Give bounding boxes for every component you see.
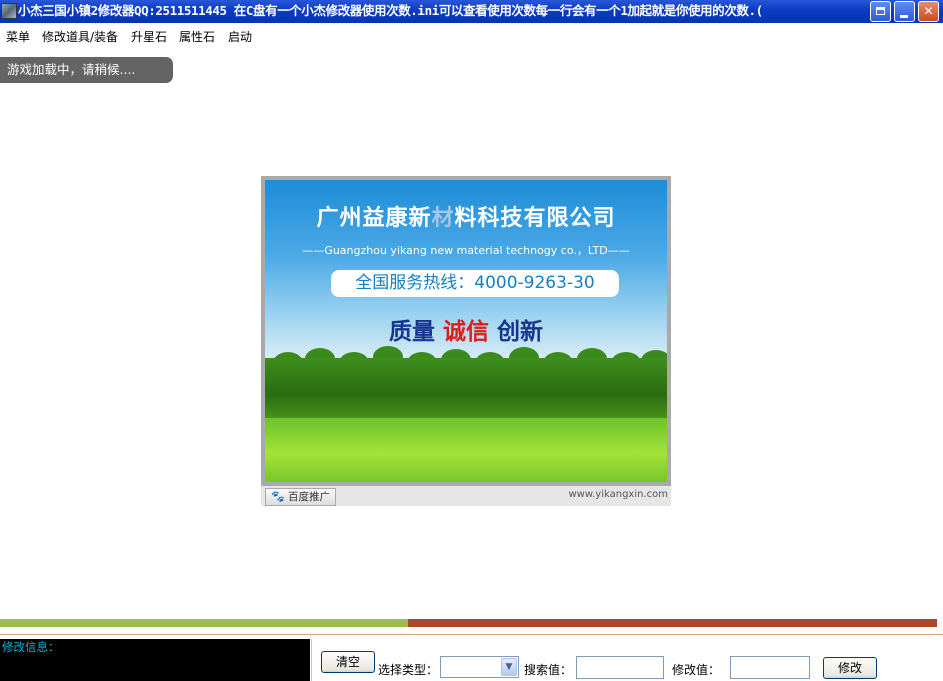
panel-divider bbox=[311, 639, 312, 681]
modify-button[interactable]: 修改 bbox=[823, 657, 877, 679]
loading-status: 游戏加载中，请稍候.... bbox=[0, 57, 173, 83]
chevron-down-icon[interactable]: ▼ bbox=[501, 658, 517, 676]
search-value-input[interactable] bbox=[576, 656, 664, 679]
ad-company-english: ——Guangzhou yikang new material technogy… bbox=[302, 244, 630, 257]
divider bbox=[0, 634, 943, 635]
modify-value-input[interactable] bbox=[730, 656, 810, 679]
ad-grass bbox=[265, 418, 667, 482]
close-button[interactable]: ✕ bbox=[918, 1, 939, 22]
restore-button[interactable] bbox=[870, 1, 891, 22]
menu-item-attribute-stone[interactable]: 属性石 bbox=[179, 28, 215, 45]
info-label: 修改信息： bbox=[2, 640, 60, 654]
menu-item-menu[interactable]: 菜单 bbox=[6, 28, 30, 45]
search-label: 搜索值： bbox=[524, 663, 573, 677]
ad-treeline bbox=[265, 358, 667, 424]
close-icon: ✕ bbox=[923, 4, 934, 18]
menu-bar: 菜单 修改道具/装备 升星石 属性石 启动 bbox=[0, 24, 943, 46]
minimize-button[interactable] bbox=[894, 1, 915, 22]
ad-hotline: 全国服务热线：4000-9263-30 bbox=[331, 270, 619, 297]
type-label: 选择类型： bbox=[378, 663, 439, 677]
title-bar: 小杰三国小镇2修改器QQ:2511511445 在C盘有一个小杰修改器使用次数.… bbox=[0, 0, 943, 23]
window-title: 小杰三国小镇2修改器QQ:2511511445 在C盘有一个小杰修改器使用次数.… bbox=[18, 3, 763, 18]
ad-banner[interactable]: 广州益康新材料科技有限公司 ——Guangzhou yikang new mat… bbox=[261, 176, 671, 506]
clear-button[interactable]: 清空 bbox=[321, 651, 375, 673]
menu-item-start[interactable]: 启动 bbox=[228, 28, 252, 45]
ad-footer: 🐾 百度推广 www.yikangxin.com bbox=[261, 486, 671, 506]
ad-url: www.yikangxin.com bbox=[568, 489, 669, 500]
ad-company-name: 广州益康新材料科技有限公司 bbox=[316, 206, 616, 231]
menu-item-star-stone[interactable]: 升星石 bbox=[131, 28, 167, 45]
minimize-icon bbox=[900, 15, 908, 18]
restore-icon bbox=[876, 7, 885, 15]
menu-item-modify-items[interactable]: 修改道具/装备 bbox=[42, 28, 118, 45]
baidu-promo-badge[interactable]: 🐾 百度推广 bbox=[265, 488, 337, 506]
type-select[interactable]: ▼ bbox=[440, 656, 519, 678]
progress-bar bbox=[0, 619, 937, 627]
app-icon[interactable] bbox=[1, 3, 17, 19]
paw-icon: 🐾 bbox=[271, 490, 285, 503]
info-log[interactable]: 修改信息： bbox=[0, 639, 310, 681]
progress-fill bbox=[0, 619, 408, 627]
modify-label: 修改值： bbox=[672, 663, 721, 677]
ad-slogan: 质量 诚信 创新 bbox=[388, 319, 544, 345]
ad-image: 广州益康新材料科技有限公司 ——Guangzhou yikang new mat… bbox=[265, 180, 667, 482]
